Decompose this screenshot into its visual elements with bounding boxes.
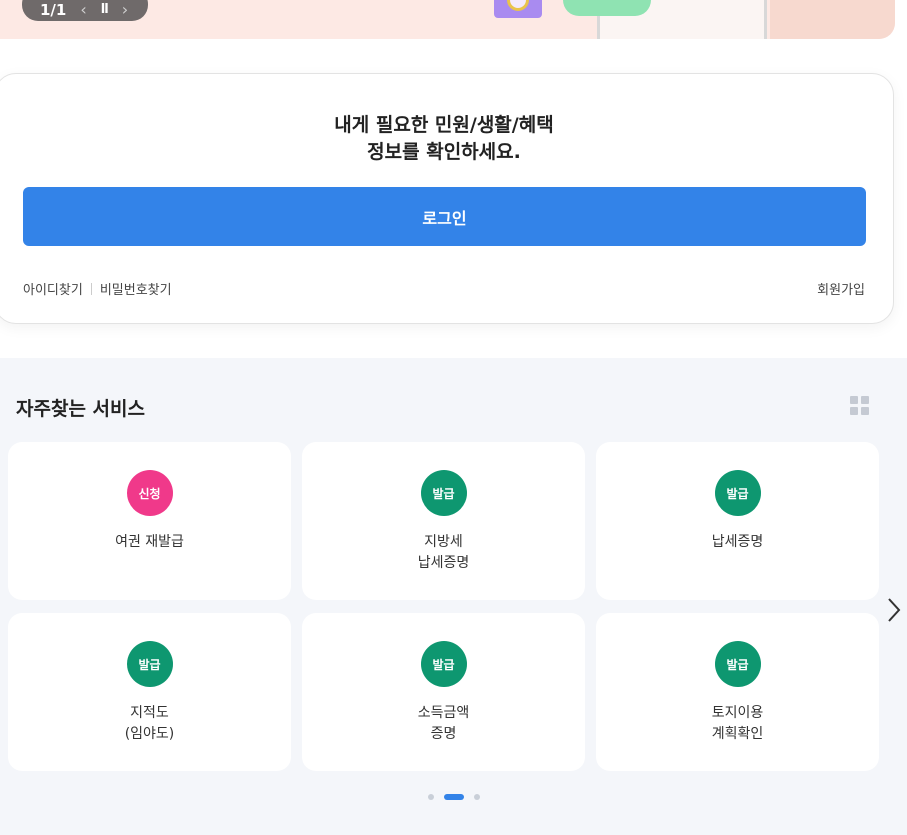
service-card-land-use-plan[interactable]: 발급 토지이용 계획확인: [596, 613, 879, 771]
service-label: 토지이용 계획확인: [711, 705, 764, 742]
banner-illustration-card: [494, 0, 542, 18]
login-title: 내게 필요한 민원/생활/혜택 정보를 확인하세요.: [0, 112, 893, 166]
pagination-dot[interactable]: [427, 794, 434, 800]
section-title: 자주찾는 서비스: [16, 398, 145, 420]
banner-counter: 1/1: [40, 0, 67, 19]
service-card-cadastral-map[interactable]: 발급 지적도 (임야도): [8, 613, 291, 771]
service-label: 지방세 납세증명: [417, 534, 470, 571]
service-label: 소득금액 증명: [417, 705, 470, 742]
issue-badge: 발급: [126, 641, 173, 687]
service-card-income-certificate[interactable]: 발급 소득금액 증명: [302, 613, 585, 771]
banner-illustration-pill: [563, 0, 651, 16]
pagination-dot[interactable]: [473, 794, 480, 800]
service-card-local-tax-certificate[interactable]: 발급 지방세 납세증명: [302, 442, 585, 600]
banner-controls: 1/1 ‹ ll ›: [22, 0, 148, 21]
signup-link[interactable]: 회원가입: [817, 279, 865, 298]
login-button[interactable]: 로그인: [23, 187, 866, 246]
service-card-passport[interactable]: 신청 여권 재발급: [8, 442, 291, 600]
find-password-link[interactable]: 비밀번호찾기: [100, 279, 172, 298]
login-title-line2: 정보를 확인하세요.: [367, 141, 521, 163]
banner-next-icon[interactable]: ›: [122, 0, 128, 19]
service-card-tax-certificate[interactable]: 발급 납세증명: [596, 442, 879, 600]
banner-pause-icon[interactable]: ll: [101, 2, 109, 17]
link-divider: [90, 282, 92, 295]
frequent-services-section: 자주찾는 서비스 신청 여권 재발급 발급 지방세 납세증명 발급 납세증명 발…: [0, 358, 907, 835]
login-card: 내게 필요한 민원/생활/혜택 정보를 확인하세요. 로그인 아이디찾기 비밀번…: [0, 73, 894, 324]
apply-badge: 신청: [126, 470, 173, 516]
find-id-link[interactable]: 아이디찾기: [23, 279, 83, 298]
service-label: 납세증명: [711, 534, 764, 550]
hero-banner: 1/1 ‹ ll ›: [0, 0, 895, 39]
issue-badge: 발급: [420, 641, 467, 687]
account-find-links: 아이디찾기 비밀번호찾기: [23, 279, 172, 298]
login-title-line1: 내게 필요한 민원/생활/혜택: [334, 114, 554, 136]
service-label: 지적도 (임야도): [124, 705, 175, 742]
banner-illustration-right: [770, 0, 895, 39]
grid-view-icon[interactable]: [850, 396, 869, 415]
pagination-dot-active[interactable]: [443, 794, 464, 800]
service-label: 여권 재발급: [115, 534, 184, 550]
banner-prev-icon[interactable]: ‹: [80, 0, 86, 19]
issue-badge: 발급: [714, 641, 761, 687]
issue-badge: 발급: [714, 470, 761, 516]
issue-badge: 발급: [420, 470, 467, 516]
carousel-pagination: [0, 794, 907, 800]
carousel-next-icon[interactable]: [884, 593, 904, 627]
